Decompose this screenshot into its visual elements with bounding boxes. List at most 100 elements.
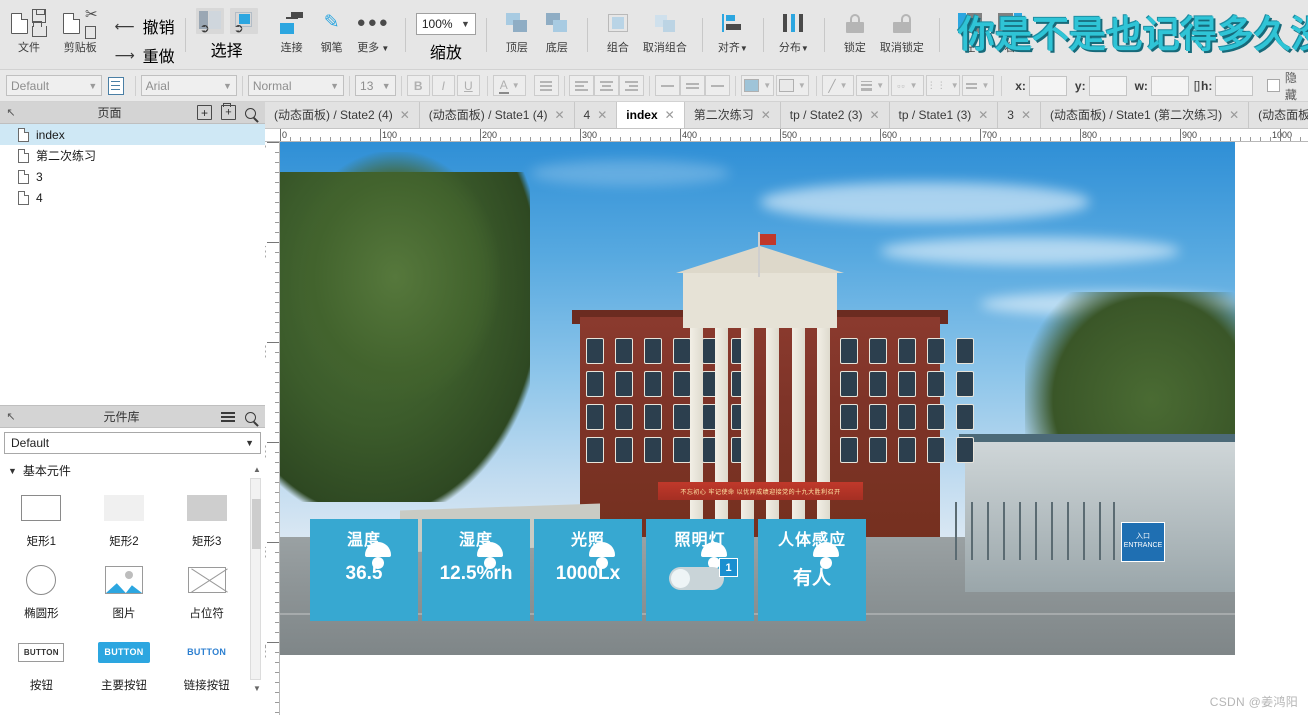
undo-button[interactable]: ⟵ 撤销 xyxy=(115,14,175,38)
close-icon[interactable]: ✕ xyxy=(978,108,988,122)
tab-2[interactable]: 4 ✕ xyxy=(575,102,618,128)
font-weight-select[interactable]: Normal ▼ xyxy=(247,75,345,96)
align-center-button[interactable] xyxy=(594,75,620,96)
align-right-button[interactable]: 右 xyxy=(990,0,1030,55)
y-input[interactable] xyxy=(1088,75,1127,96)
library-item-rect2[interactable]: 矩形2 xyxy=(83,483,166,555)
bold-button[interactable]: B xyxy=(406,75,430,96)
close-icon[interactable]: ✕ xyxy=(554,108,564,122)
close-icon[interactable]: ✕ xyxy=(869,108,879,122)
x-input[interactable] xyxy=(1028,75,1067,96)
tab-8[interactable]: (动态面板) / State1 (第二次练习) ✕ xyxy=(1041,102,1250,128)
font-family-select[interactable]: Arial ▼ xyxy=(140,75,237,96)
zoom-select[interactable]: 100% ▼ xyxy=(415,13,476,35)
close-icon[interactable]: ✕ xyxy=(597,108,607,122)
library-select[interactable]: Default ▼ xyxy=(4,432,261,454)
w-input[interactable] xyxy=(1150,75,1189,96)
bullet-list-button[interactable] xyxy=(533,75,559,96)
hamburger-icon[interactable] xyxy=(221,409,236,424)
align-button[interactable]: 对齐▼ xyxy=(713,0,753,55)
close-icon[interactable]: ✕ xyxy=(1229,108,1239,122)
library-item-primary-button[interactable]: BUTTON 主要按钮 xyxy=(83,627,166,696)
tab-index[interactable]: index ✕ xyxy=(617,102,685,128)
align-right-button[interactable] xyxy=(619,75,645,96)
vertical-ruler[interactable]: 0 100 200 300 400 500 xyxy=(265,142,280,715)
library-item-image[interactable]: 图片 xyxy=(83,555,166,627)
collapse-arrow-icon[interactable]: ↖ xyxy=(0,410,22,423)
tab-1[interactable]: (动态面板) / State1 (4) ✕ xyxy=(420,102,575,128)
fill-color-button[interactable]: ▼ xyxy=(741,75,775,96)
tab-6[interactable]: tp / State1 (3) ✕ xyxy=(890,102,999,128)
arrow-style-button[interactable]: ⋮⋮ ▼ xyxy=(925,75,960,96)
style-manager-icon[interactable] xyxy=(108,76,124,95)
align-left-button[interactable] xyxy=(569,75,595,96)
more-button[interactable]: ●●● 更多 ▼ xyxy=(352,0,395,55)
library-item-ellipse[interactable]: 椭圆形 xyxy=(0,555,83,627)
page-item-index[interactable]: index xyxy=(0,124,265,145)
underline-button[interactable]: U xyxy=(456,75,480,96)
valign-middle-button[interactable] xyxy=(680,75,706,96)
card-illuminance[interactable]: 光照 1000Lx xyxy=(534,519,642,621)
library-item-link-button[interactable]: BUTTON 链接按钮 xyxy=(165,627,248,696)
link-dimensions-icon[interactable]: [] xyxy=(1194,80,1200,92)
page-item-3[interactable]: 3 xyxy=(0,166,265,187)
close-icon[interactable]: ✕ xyxy=(400,108,410,122)
card-lamp[interactable]: 照明灯 1 xyxy=(646,519,754,621)
add-page-icon[interactable] xyxy=(197,105,212,120)
library-group-header[interactable]: ▼ 基本元件 xyxy=(0,460,265,483)
select-mode-icon[interactable]: ➲ xyxy=(195,8,224,34)
shadow-button[interactable]: ▼ xyxy=(776,75,809,96)
lamp-toggle-switch[interactable] xyxy=(669,567,724,590)
connect-mode-icon[interactable]: ➲ xyxy=(229,8,258,34)
bring-front-button[interactable]: 顶层 xyxy=(497,0,537,55)
design-canvas[interactable]: 入口 ENTRANCE 不忘初心 牢记使命 以优异成绩迎接党的十九大胜利召开 温… xyxy=(280,142,1308,715)
style-select[interactable]: Default ▼ xyxy=(6,75,103,96)
library-item-placeholder[interactable]: 占位符 xyxy=(165,555,248,627)
lock-button[interactable]: 锁定 xyxy=(835,0,875,55)
card-humidity[interactable]: 湿度 12.5%rh xyxy=(422,519,530,621)
tab-5[interactable]: tp / State2 (3) ✕ xyxy=(781,102,890,128)
unlock-button[interactable]: 取消锁定 xyxy=(875,0,929,55)
file-button[interactable]: 文件 xyxy=(6,0,52,55)
border-color-button[interactable]: ╱ ▼ xyxy=(821,75,855,96)
font-size-select[interactable]: 13 ▼ xyxy=(355,75,396,96)
card-temperature[interactable]: 温度 36.5 xyxy=(310,519,418,621)
tab-7[interactable]: 3 ✕ xyxy=(998,102,1042,128)
background-photo[interactable]: 入口 ENTRANCE 不忘初心 牢记使命 以优异成绩迎接党的十九大胜利召开 温… xyxy=(280,142,1235,655)
close-icon[interactable]: ✕ xyxy=(761,108,771,122)
border-width-button[interactable]: ▼ xyxy=(856,75,890,96)
add-folder-icon[interactable] xyxy=(221,103,236,120)
library-item-button[interactable]: BUTTON 按钮 xyxy=(0,627,83,696)
pen-button[interactable]: ✎ 钢笔 xyxy=(312,0,352,55)
font-color-button[interactable]: A ▼ xyxy=(492,75,526,96)
align-left-button[interactable]: 左 xyxy=(950,0,990,55)
collapse-arrow-icon[interactable]: ↖ xyxy=(0,106,22,119)
distribute-button[interactable]: 分布▼ xyxy=(774,0,814,55)
horizontal-ruler[interactable]: 0 100 200 300 400 500 600 700 800 900 10… xyxy=(265,129,1308,142)
page-item-2[interactable]: 第二次练习 xyxy=(0,145,265,166)
send-back-button[interactable]: 底层 xyxy=(537,0,577,55)
close-icon[interactable]: ✕ xyxy=(665,108,675,122)
library-item-rect3[interactable]: 矩形3 xyxy=(165,483,248,555)
library-item-rect1[interactable]: 矩形1 xyxy=(0,483,83,555)
valign-top-button[interactable] xyxy=(655,75,681,96)
scroll-down-icon[interactable]: ▼ xyxy=(253,684,261,693)
border-style-button[interactable]: ▫▫ ▼ xyxy=(891,75,924,96)
lamp-toggle-wrap[interactable]: 1 xyxy=(669,558,738,591)
line-arrow-button[interactable]: ▼ xyxy=(961,75,995,96)
scroll-up-icon[interactable]: ▲ xyxy=(253,465,261,474)
valign-bottom-button[interactable] xyxy=(705,75,731,96)
h-input[interactable] xyxy=(1215,75,1254,96)
close-icon[interactable]: ✕ xyxy=(1021,108,1031,122)
card-motion[interactable]: 人体感应 有人 xyxy=(758,519,866,621)
search-icon[interactable] xyxy=(245,411,256,423)
connect-button[interactable]: 连接 xyxy=(272,0,312,55)
hide-checkbox[interactable] xyxy=(1267,79,1280,92)
redo-button[interactable]: ⟶ 重做 xyxy=(115,43,175,67)
clipboard-button[interactable]: ✂ 剪贴板 xyxy=(58,0,103,55)
tab-4[interactable]: 第二次练习 ✕ xyxy=(685,102,781,128)
library-scrollbar[interactable]: ▲ ▼ xyxy=(250,465,261,693)
page-item-4[interactable]: 4 xyxy=(0,187,265,208)
ungroup-button[interactable]: 取消组合 xyxy=(638,0,692,55)
italic-button[interactable]: I xyxy=(431,75,455,96)
